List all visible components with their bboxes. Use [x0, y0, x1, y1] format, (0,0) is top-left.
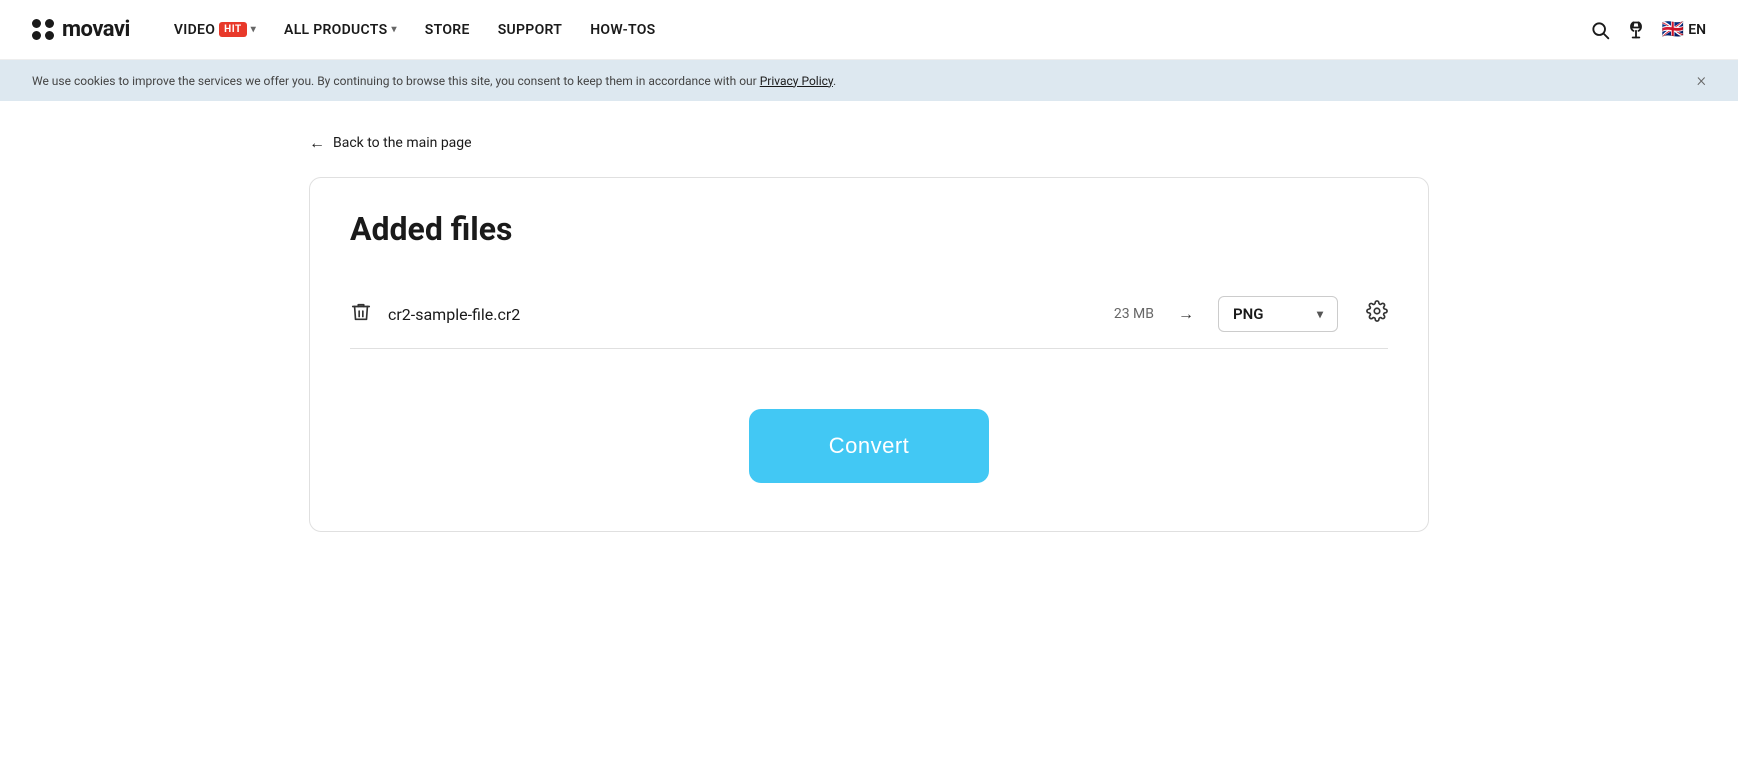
settings-icon[interactable] [1366, 300, 1388, 328]
nav-all-products-label: ALL PRODUCTS [284, 22, 387, 38]
nav: VIDEO HIT ▾ ALL PRODUCTS ▾ STORE SUPPORT… [162, 14, 1590, 46]
nav-support-label: SUPPORT [498, 22, 563, 38]
account-icon[interactable] [1626, 20, 1646, 40]
nav-all-products[interactable]: ALL PRODUCTS ▾ [272, 14, 409, 46]
nav-how-tos[interactable]: HOW-TOS [578, 14, 667, 46]
header-actions: 🇬🇧 EN [1590, 19, 1706, 40]
nav-store[interactable]: STORE [413, 14, 482, 46]
logo[interactable]: movavi [32, 17, 130, 42]
file-name: cr2-sample-file.cr2 [388, 305, 1098, 324]
format-chevron-icon: ▾ [1317, 307, 1323, 321]
delete-file-icon[interactable] [350, 301, 372, 328]
file-card: Added files cr2-sample-file.cr2 23 MB → … [309, 177, 1429, 532]
main-content: ← Back to the main page Added files cr2-… [229, 101, 1509, 564]
format-dropdown[interactable]: PNG ▾ [1218, 296, 1338, 332]
nav-video-chevron-icon: ▾ [251, 24, 256, 35]
nav-all-products-chevron-icon: ▾ [391, 24, 396, 35]
nav-store-label: STORE [425, 22, 470, 38]
back-link-label: Back to the main page [333, 135, 472, 151]
file-size: 23 MB [1114, 306, 1154, 322]
logo-text: movavi [62, 17, 130, 42]
file-row: cr2-sample-file.cr2 23 MB → PNG ▾ [350, 280, 1388, 349]
arrow-right-icon: → [1178, 304, 1194, 324]
back-arrow-icon: ← [309, 133, 325, 153]
nav-video[interactable]: VIDEO HIT ▾ [162, 14, 268, 46]
language-label: EN [1688, 22, 1706, 38]
language-selector[interactable]: 🇬🇧 EN [1662, 19, 1706, 40]
convert-section: Convert [350, 409, 1388, 483]
hit-badge: HIT [219, 22, 247, 37]
back-link[interactable]: ← Back to the main page [309, 133, 1429, 153]
nav-how-tos-label: HOW-TOS [590, 22, 655, 38]
cookie-text: We use cookies to improve the services w… [32, 74, 836, 88]
flag-icon: 🇬🇧 [1662, 19, 1684, 40]
privacy-policy-link[interactable]: Privacy Policy [760, 74, 833, 88]
format-label: PNG [1233, 305, 1263, 323]
cookie-banner: We use cookies to improve the services w… [0, 60, 1738, 101]
card-title: Added files [350, 210, 1388, 248]
header: movavi VIDEO HIT ▾ ALL PRODUCTS ▾ STORE … [0, 0, 1738, 60]
logo-icon [32, 19, 54, 41]
nav-support[interactable]: SUPPORT [486, 14, 575, 46]
nav-video-label: VIDEO [174, 22, 215, 38]
search-icon[interactable] [1590, 20, 1610, 40]
convert-button[interactable]: Convert [749, 409, 990, 483]
cookie-close-button[interactable]: × [1697, 70, 1706, 91]
